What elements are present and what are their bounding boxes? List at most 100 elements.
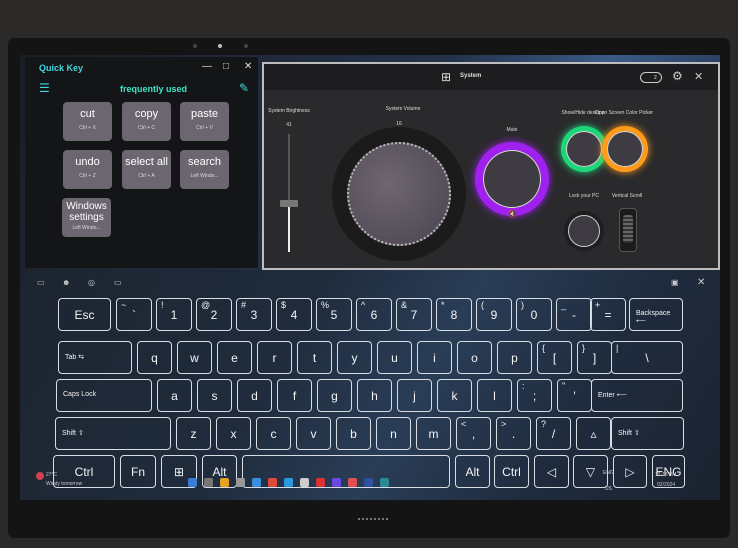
quick-key-windows-settings[interactable]: Windows settings Left Windo... [62, 198, 111, 237]
quick-key-copy[interactable]: copy Ctrl + C [122, 102, 171, 141]
key-fn[interactable]: Fn [120, 455, 156, 488]
key-f[interactable]: f [277, 379, 312, 412]
weather-temp[interactable]: 27°C [46, 472, 57, 478]
key-enter[interactable]: Enter ⟵ [591, 379, 683, 412]
taskbar-app-icon[interactable] [236, 478, 245, 487]
taskbar-app-icon[interactable] [204, 478, 213, 487]
key-tab[interactable]: Tab ⇆ [58, 341, 132, 374]
key-symbol[interactable]: <, [456, 417, 491, 450]
add-list-icon[interactable]: ☰ [39, 81, 50, 95]
taskbar-app-icon[interactable] [332, 478, 341, 487]
taskbar-app-icon[interactable] [220, 478, 229, 487]
slider-thumb[interactable] [280, 200, 298, 208]
key-y[interactable]: y [337, 341, 372, 374]
mute-button[interactable] [483, 150, 541, 208]
key-1[interactable]: ! 1 [156, 298, 192, 331]
key-3[interactable]: #3 [236, 298, 272, 331]
emoji-icon[interactable]: ☻ [62, 278, 70, 287]
color-picker-button[interactable] [607, 131, 643, 167]
lock-pc-button[interactable] [568, 215, 600, 247]
taskbar-app-icon[interactable] [364, 478, 373, 487]
close-button[interactable]: ✕ [694, 70, 703, 83]
key-r[interactable]: r [257, 341, 292, 374]
key-j[interactable]: j [397, 379, 432, 412]
vertical-scroll-wheel[interactable] [619, 208, 637, 252]
key-u[interactable]: u [377, 341, 412, 374]
key-w[interactable]: w [177, 341, 212, 374]
key-l[interactable]: l [477, 379, 512, 412]
key-m[interactable]: m [416, 417, 451, 450]
taskbar-app-icon[interactable] [188, 478, 197, 487]
edit-icon[interactable]: ✎ [239, 81, 249, 95]
key-o[interactable]: o [457, 341, 492, 374]
quick-key-paste[interactable]: paste Ctrl + V [180, 102, 229, 141]
quick-key-select-all[interactable]: select all Ctrl + A [122, 150, 171, 189]
key-symbol[interactable]: ◁ [534, 455, 569, 488]
brightness-slider[interactable] [280, 134, 298, 252]
sticker-icon[interactable]: ◎ [88, 278, 95, 287]
key-symbol[interactable]: {[ [537, 341, 572, 374]
key-symbol[interactable]: }] [577, 341, 612, 374]
key-symbol[interactable]: ~ ` [116, 298, 152, 331]
key-x[interactable]: x [216, 417, 251, 450]
key-symbol[interactable]: :; [517, 379, 552, 412]
key-symbol[interactable]: ? / [536, 417, 571, 450]
key-a[interactable]: a [157, 379, 192, 412]
key-0[interactable]: ) 0 [516, 298, 552, 331]
key-alt[interactable]: Alt [455, 455, 490, 488]
close-button[interactable]: ✕ [244, 61, 252, 72]
key-k[interactable]: k [437, 379, 472, 412]
taskbar-app-icon[interactable] [348, 478, 357, 487]
key-v[interactable]: v [296, 417, 331, 450]
taskbar-app-icon[interactable] [268, 478, 277, 487]
taskbar-app-icon[interactable] [300, 478, 309, 487]
keyboard-layout-icon[interactable]: ▭ [37, 278, 45, 287]
key-b[interactable]: b [336, 417, 371, 450]
key-6[interactable]: ^ 6 [356, 298, 392, 331]
toggle[interactable]: 2 [640, 72, 662, 83]
key-symbol[interactable]: ▵ [576, 417, 611, 450]
taskbar-app-icon[interactable] [252, 478, 261, 487]
key-7[interactable]: & 7 [396, 298, 432, 331]
key-c[interactable]: c [256, 417, 291, 450]
key-s[interactable]: s [197, 379, 232, 412]
key-symbol[interactable]: _ - [556, 298, 592, 331]
key-5[interactable]: % 5 [316, 298, 352, 331]
key-t[interactable]: t [297, 341, 332, 374]
key-symbol[interactable]: + = [590, 298, 626, 331]
key-i[interactable]: i [417, 341, 452, 374]
key-backspace[interactable]: Backspace ⟵ [629, 298, 683, 331]
key-symbol[interactable]: " ' [557, 379, 592, 412]
key-p[interactable]: p [497, 341, 532, 374]
taskbar-app-icon[interactable] [316, 478, 325, 487]
key-capslock[interactable]: Caps Lock [56, 379, 152, 412]
taskbar-app-icon[interactable] [284, 478, 293, 487]
key-e[interactable]: e [217, 341, 252, 374]
key-8[interactable]: * 8 [436, 298, 472, 331]
quick-key-cut[interactable]: cut Ctrl + X [63, 102, 112, 141]
clipboard-icon[interactable]: ▭ [114, 278, 122, 287]
volume-knob[interactable] [347, 142, 451, 246]
weather-text[interactable]: Windy tomorrow [46, 481, 82, 487]
key-4[interactable]: $4 [276, 298, 312, 331]
key-shift[interactable]: Shift ⇧ [611, 417, 684, 450]
key-symbol[interactable]: >. [496, 417, 531, 450]
clock-time[interactable]: 12:18 PM [655, 472, 676, 478]
language-indicator[interactable]: ENG [603, 470, 614, 476]
dock-icon[interactable]: ▣ [671, 278, 679, 287]
key-symbol[interactable]: ▷ [613, 455, 647, 488]
key-n[interactable]: n [376, 417, 411, 450]
key-g[interactable]: g [317, 379, 352, 412]
gear-icon[interactable]: ⚙ [672, 69, 683, 83]
key-esc[interactable]: Esc [58, 298, 111, 331]
quick-key-search[interactable]: search Left Windo... [180, 150, 229, 189]
quick-key-undo[interactable]: undo Ctrl + Z [63, 150, 112, 189]
clock-date[interactable]: 02/2024 [657, 482, 675, 488]
key-d[interactable]: d [237, 379, 272, 412]
key-2[interactable]: @2 [196, 298, 232, 331]
key-q[interactable]: q [137, 341, 172, 374]
key-9[interactable]: (9 [476, 298, 512, 331]
key-h[interactable]: h [357, 379, 392, 412]
minimize-button[interactable]: — [202, 61, 212, 72]
key-symbol[interactable]: | \ [611, 341, 683, 374]
